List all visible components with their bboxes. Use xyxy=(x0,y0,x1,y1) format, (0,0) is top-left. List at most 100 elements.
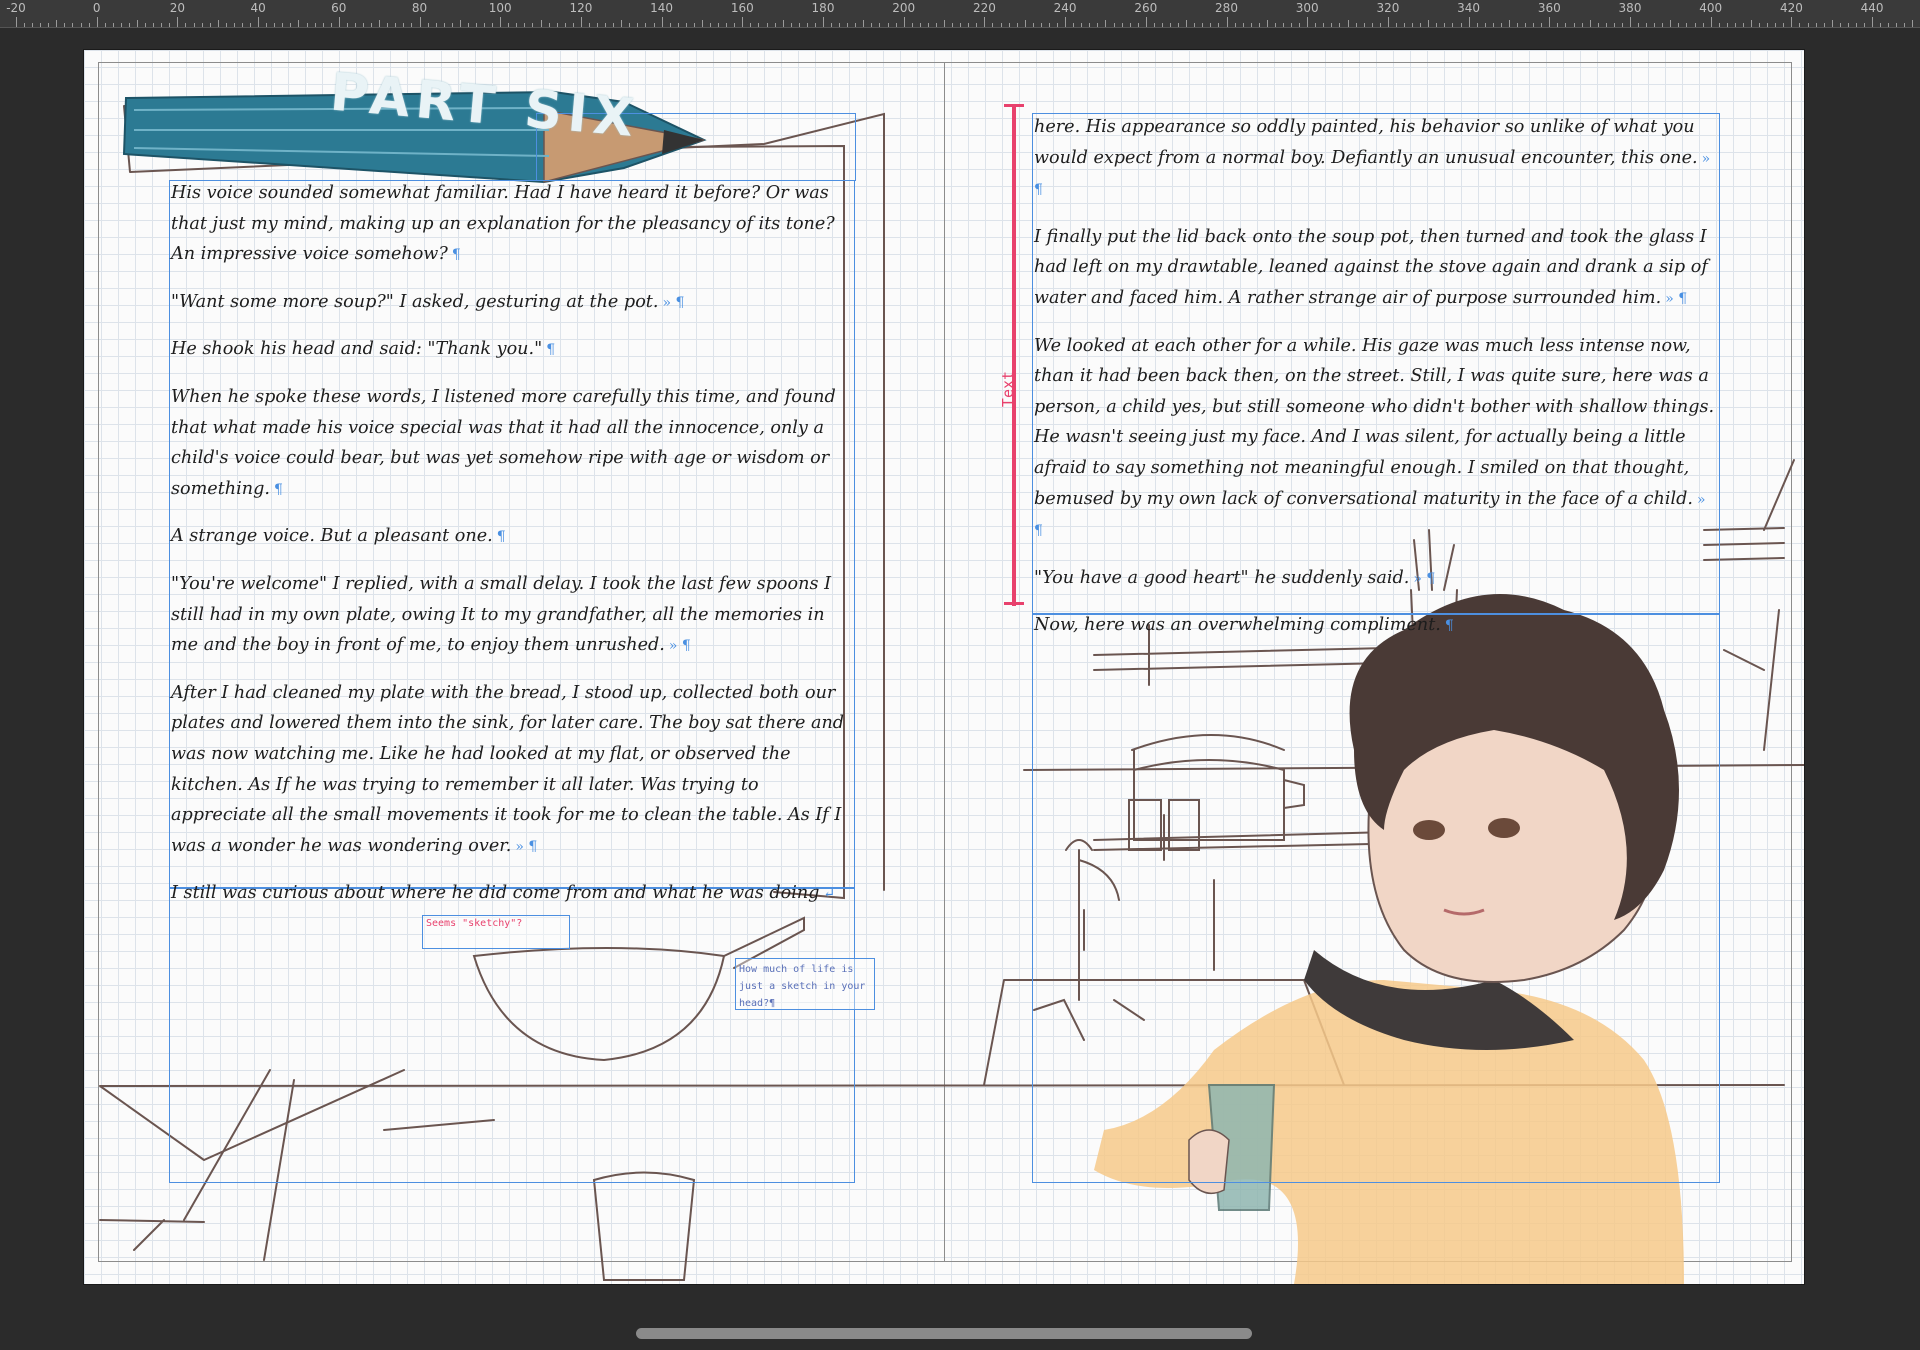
ruler-tick xyxy=(96,17,98,27)
story-paragraph[interactable]: "You're welcome" I replied, with a small… xyxy=(171,569,851,662)
ruler-tick xyxy=(597,23,599,27)
ruler-tick xyxy=(1549,17,1551,27)
ruler-label: 20 xyxy=(169,1,186,15)
story-paragraph[interactable]: A strange voice. But a pleasant one. ¶ xyxy=(171,521,851,553)
ruler-tick xyxy=(1468,17,1470,27)
paragraph-text: I still was curious about where he did c… xyxy=(171,883,820,904)
ruler-tick xyxy=(1412,23,1414,27)
ruler-label: 80 xyxy=(411,1,428,15)
ruler-tick xyxy=(1299,23,1301,27)
ruler-tick xyxy=(685,23,687,27)
ruler-tick xyxy=(1194,23,1196,27)
ruler-tick xyxy=(1242,23,1244,27)
ruler-tick xyxy=(1113,23,1115,27)
ruler-label: 280 xyxy=(1215,1,1238,15)
ruler-tick xyxy=(1541,23,1543,27)
ruler-tick xyxy=(1339,23,1341,27)
ruler-tick xyxy=(1137,23,1139,27)
paragraph-text: His voice sounded somewhat familiar. Had… xyxy=(171,183,835,265)
ruler-tick xyxy=(1702,23,1704,27)
ruler-tick xyxy=(1161,23,1163,27)
ruler-label: 100 xyxy=(488,1,512,15)
ruler-tick xyxy=(669,23,671,27)
horizontal-ruler[interactable]: -20 0 20 40 60 80 100 120 140 160 180 200 220 240 260 2… xyxy=(0,0,1920,28)
sticky-note-sketchy[interactable]: Seems "sketchy"? xyxy=(422,915,570,949)
story-paragraph[interactable]: We looked at each other for a while. His… xyxy=(1034,331,1718,547)
story-paragraph[interactable]: His voice sounded somewhat familiar. Had… xyxy=(171,178,851,271)
ruler-tick xyxy=(677,23,679,27)
story-paragraph[interactable]: "You have a good heart" he suddenly said… xyxy=(1034,563,1718,595)
paragraph-text: here. His appearance so oddly painted, h… xyxy=(1034,117,1698,168)
ruler-tick xyxy=(1307,17,1309,27)
ruler-tick xyxy=(701,20,703,27)
text-path-indicator[interactable] xyxy=(1012,104,1016,606)
ruler-tick xyxy=(605,23,607,27)
ruler-tick xyxy=(266,23,268,27)
ruler-label: 300 xyxy=(1295,1,1319,15)
ruler-tick xyxy=(1791,17,1793,27)
ruler-tick xyxy=(1097,23,1099,27)
horizontal-scrollbar[interactable] xyxy=(636,1328,1252,1339)
ruler-tick xyxy=(161,23,163,27)
ruler-tick xyxy=(1024,20,1026,27)
ruler-tick xyxy=(120,23,122,27)
ruler-tick xyxy=(548,23,550,27)
ruler-tick xyxy=(1896,23,1898,27)
ruler-tick xyxy=(209,23,211,27)
story-paragraph[interactable]: I still was curious about where he did c… xyxy=(171,878,851,910)
ruler-tick xyxy=(459,20,461,27)
ruler-label: 420 xyxy=(1779,1,1803,15)
ruler-tick xyxy=(40,23,42,27)
ruler-tick xyxy=(153,23,155,27)
sticky-note-life-sketch[interactable]: How much of life is just a sketch in you… xyxy=(735,958,875,1010)
ruler-tick xyxy=(435,23,437,27)
story-paragraph[interactable]: When he spoke these words, I listened mo… xyxy=(171,382,851,505)
story-paragraph[interactable]: here. His appearance so oddly painted, h… xyxy=(1034,112,1718,206)
ruler-tick xyxy=(1032,23,1034,27)
ruler-tick xyxy=(1872,17,1874,27)
story-paragraph[interactable]: After I had cleaned my plate with the br… xyxy=(171,678,851,863)
ruler-tick xyxy=(935,23,937,27)
ruler-tick xyxy=(1508,20,1510,27)
ruler-tick xyxy=(330,23,332,27)
ruler-label: 40 xyxy=(250,1,266,15)
ruler-tick xyxy=(1613,23,1615,27)
story-paragraph[interactable]: "Want some more soup?" I asked, gesturin… xyxy=(171,287,851,319)
ruler-tick xyxy=(718,23,720,27)
ruler-tick xyxy=(443,23,445,27)
ruler-tick xyxy=(919,23,921,27)
story-paragraph[interactable]: I finally put the lid back onto the soup… xyxy=(1034,222,1718,315)
ruler-tick xyxy=(653,23,655,27)
story-paragraph[interactable]: He shook his head and said: "Thank you."… xyxy=(171,334,851,366)
ruler-tick xyxy=(177,17,179,27)
ruler-tick xyxy=(32,23,34,27)
ruler-tick xyxy=(1040,23,1042,27)
ruler-tick xyxy=(290,23,292,27)
text-path-top-cap[interactable] xyxy=(1004,104,1024,107)
ruler-tick xyxy=(1686,23,1688,27)
paragraph-text: "Want some more soup?" I asked, gesturin… xyxy=(171,291,659,312)
ruler-tick xyxy=(1557,23,1559,27)
ruler-tick xyxy=(1323,23,1325,27)
story-paragraph[interactable]: Now, here was an overwhelming compliment… xyxy=(1034,610,1718,642)
ruler-tick xyxy=(484,23,486,27)
ruler-tick xyxy=(927,23,929,27)
paragraph-text: After I had cleaned my plate with the br… xyxy=(171,682,845,856)
right-page-story[interactable]: here. His appearance so oddly painted, h… xyxy=(1034,112,1718,658)
ruler-tick xyxy=(274,23,276,27)
ruler-tick xyxy=(1751,20,1753,27)
left-page-story[interactable]: His voice sounded somewhat familiar. Had… xyxy=(171,178,851,926)
ruler-tick xyxy=(750,23,752,27)
ruler-tick xyxy=(629,23,631,27)
ruler-tick xyxy=(1057,23,1059,27)
ruler-tick xyxy=(1387,17,1389,27)
ruler-tick xyxy=(112,23,114,27)
ruler-tick xyxy=(1476,23,1478,27)
ruler-tick xyxy=(895,23,897,27)
ruler-tick xyxy=(1646,23,1648,27)
text-path-bottom-cap[interactable] xyxy=(1004,602,1024,605)
ruler-tick xyxy=(1444,23,1446,27)
paragraph-text: I finally put the lid back onto the soup… xyxy=(1034,226,1708,308)
ruler-tick xyxy=(1420,23,1422,27)
ruler-tick xyxy=(379,20,381,27)
